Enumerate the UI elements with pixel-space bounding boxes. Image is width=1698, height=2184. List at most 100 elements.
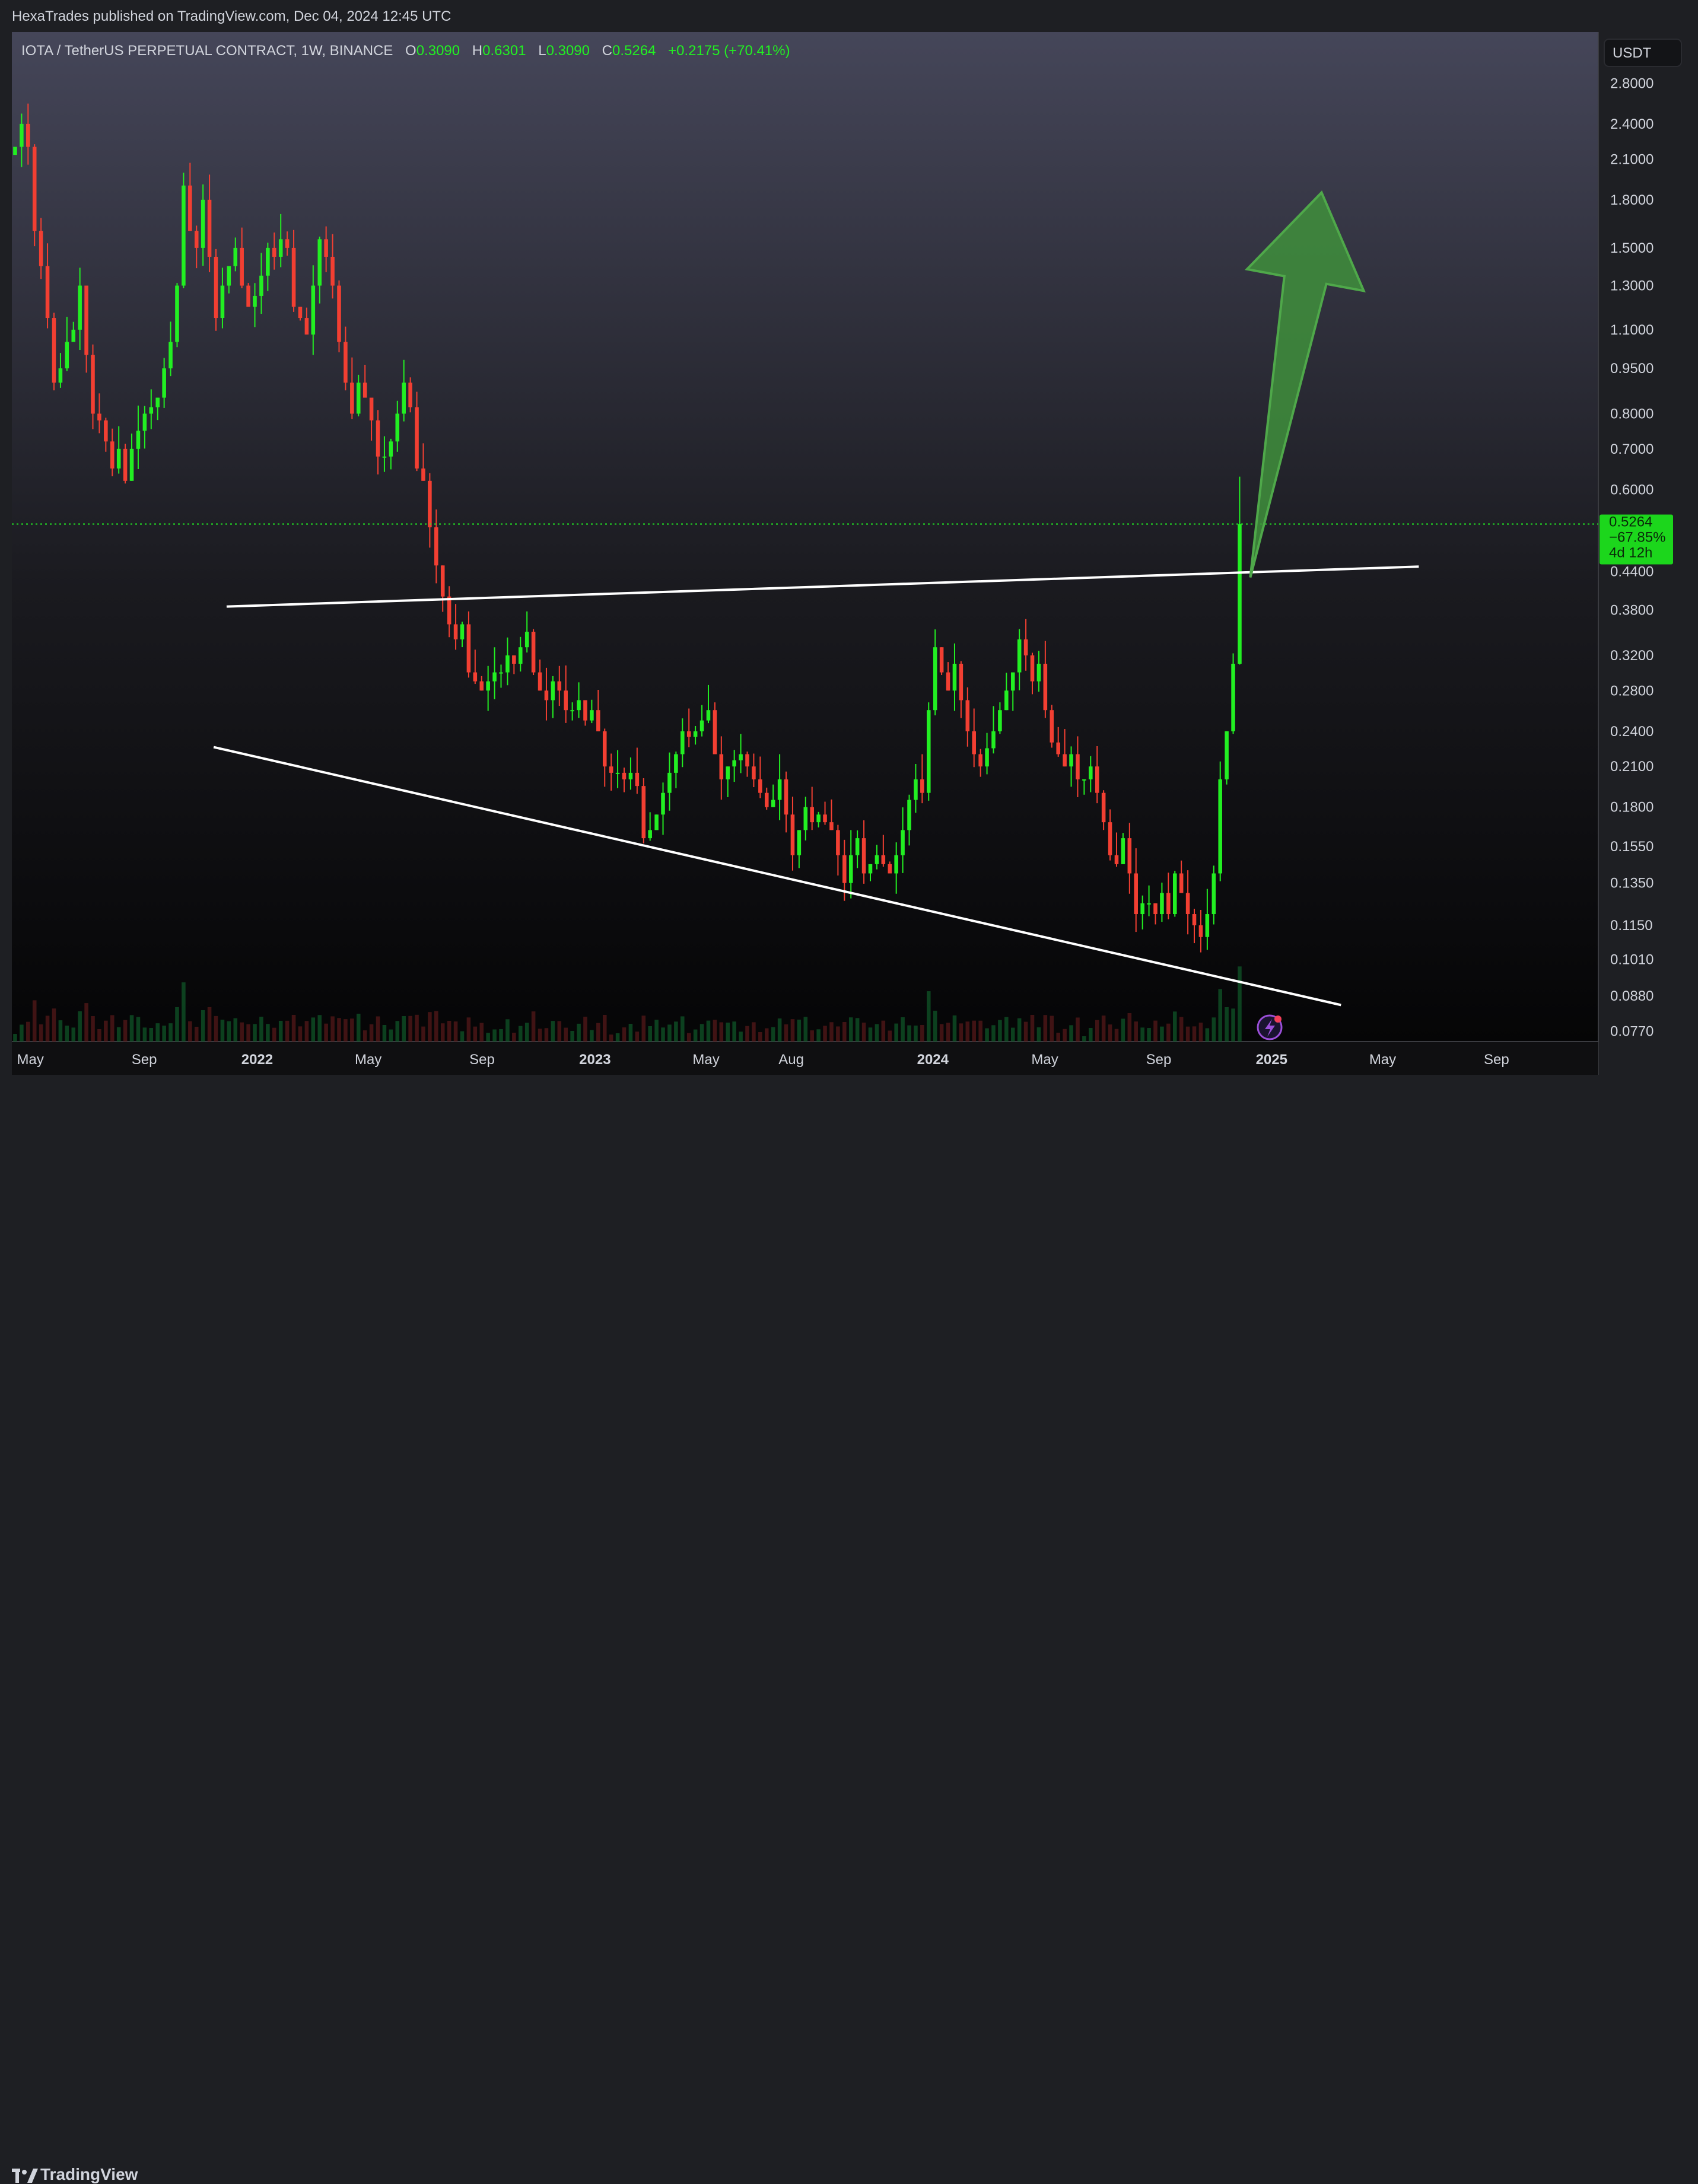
candle-body: [836, 830, 840, 855]
candle-body: [1069, 754, 1073, 767]
volume-bar: [570, 1031, 574, 1042]
candle-body: [65, 342, 69, 368]
time-tick-label: Sep: [469, 1052, 495, 1068]
volume-bar: [65, 1026, 69, 1042]
volume-bar: [214, 1015, 218, 1042]
alert-icon[interactable]: [1257, 1014, 1283, 1040]
candle-body: [1082, 779, 1086, 781]
candle-body: [1108, 822, 1112, 855]
close-value: 0.5264: [612, 43, 656, 59]
candle-body: [654, 814, 659, 830]
candle-body: [622, 772, 627, 779]
candle-body: [389, 441, 393, 457]
candle-body: [447, 596, 451, 625]
volume-bar: [304, 1021, 309, 1042]
volume-bar: [421, 1026, 425, 1042]
candle-body: [1063, 754, 1067, 767]
volume-bar: [382, 1025, 387, 1042]
volume-bar: [52, 1008, 56, 1042]
candle-body: [998, 710, 1002, 731]
volume-bar: [97, 1029, 101, 1042]
volume-bar: [505, 1019, 510, 1042]
candle-body: [84, 285, 88, 355]
last-price-value: 0.5264: [1609, 514, 1652, 530]
volume-bar: [518, 1026, 523, 1042]
chart-background: [12, 32, 1598, 1042]
open-value: 0.3090: [416, 43, 460, 59]
tradingview-brand: TradingView: [40, 2165, 138, 2183]
chart[interactable]: 2.8000 2.4000 2.1000 1.8000 1.5000 1.3000 1.10…: [0, 31, 1698, 1078]
time-tick-label: May: [355, 1052, 381, 1068]
candle-body: [369, 397, 374, 421]
volume-bar: [829, 1022, 834, 1042]
volume-bar: [512, 1033, 516, 1042]
candle-body: [577, 700, 581, 711]
candle-body: [162, 368, 166, 398]
candle-body: [803, 807, 808, 830]
time-tick-label: Aug: [778, 1052, 804, 1068]
volume-bar: [1036, 1027, 1041, 1042]
volume-bar: [278, 1020, 283, 1042]
candle-body: [855, 838, 860, 855]
currency-badge[interactable]: USDT: [1604, 39, 1682, 67]
volume-bar: [1205, 1028, 1210, 1042]
candle-body: [324, 239, 328, 257]
candle-body: [32, 147, 37, 231]
footer: TradingView: [0, 1078, 1698, 2183]
volume-bar: [978, 1020, 982, 1042]
candle-body: [201, 199, 205, 248]
candle-body: [894, 855, 898, 874]
candle-body: [285, 239, 290, 248]
candle-body: [272, 247, 276, 257]
volume-bar: [965, 1021, 970, 1042]
candle-body: [259, 275, 263, 296]
candle-body: [194, 231, 199, 248]
candle-body: [531, 632, 536, 673]
publish-header: HexaTrades published on TradingView.com,…: [0, 0, 1698, 34]
volume-bar: [1121, 1018, 1125, 1042]
volume-bar: [1004, 1017, 1009, 1042]
candle-body: [1114, 855, 1119, 864]
candle-body: [1231, 663, 1235, 731]
volume-bar: [324, 1023, 328, 1042]
volume-bar: [777, 1018, 782, 1042]
candle-body: [518, 647, 523, 664]
volume-bar: [460, 1031, 465, 1042]
price-tick-label: 2.1000: [1610, 151, 1654, 167]
time-tick-label: May: [1369, 1052, 1396, 1068]
candle-body: [991, 731, 996, 749]
candle-body: [52, 318, 56, 383]
candle-body: [907, 800, 911, 830]
volume-bar: [58, 1020, 63, 1042]
volume-bar: [259, 1017, 263, 1042]
candle-body: [777, 779, 782, 800]
candle-body: [674, 754, 678, 773]
volume-bar: [123, 1020, 128, 1042]
last-price-change: −67.85%: [1609, 530, 1665, 546]
volume-bar: [395, 1021, 400, 1042]
candle-body: [1056, 742, 1060, 754]
candle-body: [1185, 893, 1190, 915]
candle-body: [1172, 873, 1177, 915]
volume-bar: [175, 1007, 179, 1042]
candle-body: [71, 329, 76, 342]
candle-body: [1198, 925, 1203, 937]
candle-body: [460, 624, 465, 639]
volume-bar: [182, 982, 186, 1042]
volume-bar: [901, 1017, 905, 1042]
volume-bar: [149, 1028, 154, 1042]
volume-bar: [473, 1026, 478, 1042]
candle-body: [395, 413, 400, 442]
candle-body: [512, 655, 516, 664]
volume-bar: [1218, 989, 1222, 1042]
candle-body: [304, 318, 309, 335]
price-tick-label: 0.2400: [1610, 724, 1654, 740]
time-tick-label: May: [17, 1052, 44, 1068]
candle-body: [544, 690, 549, 701]
candle-body: [246, 285, 250, 307]
volume-bar: [797, 1020, 802, 1042]
candle-body: [732, 760, 736, 767]
volume-bar: [888, 1030, 892, 1042]
volume-bar: [330, 1016, 335, 1042]
volume-bar: [538, 1029, 542, 1042]
